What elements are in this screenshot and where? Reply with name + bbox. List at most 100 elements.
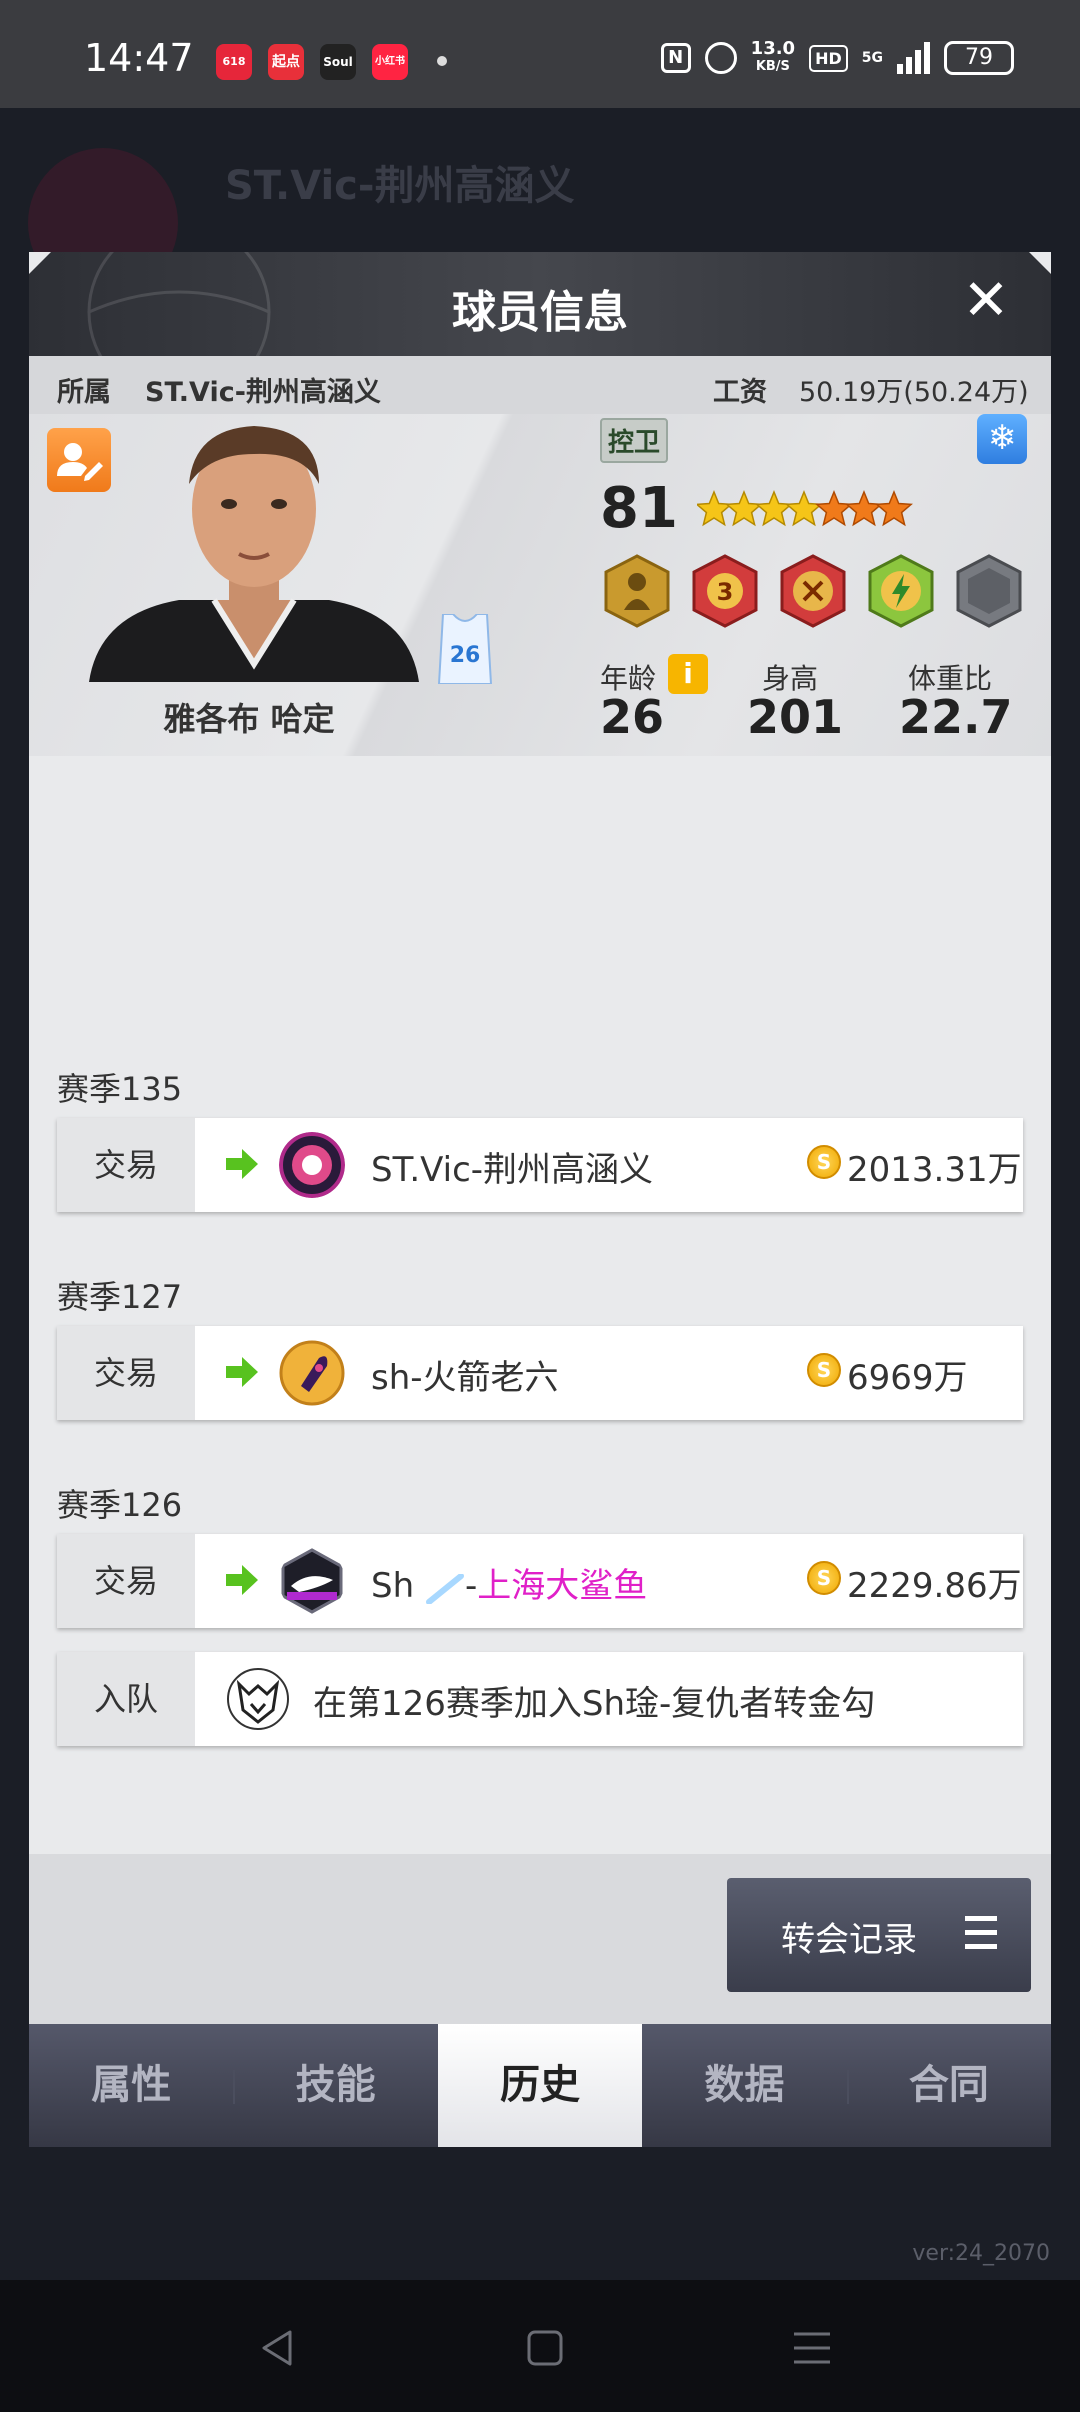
weight-ratio-value: 22.7 bbox=[899, 690, 1013, 744]
arrow-right-icon bbox=[226, 1565, 258, 1595]
history-type: 交易 bbox=[57, 1118, 195, 1212]
team-salary-bar: 所属 ST.Vic-荆州高涵义 工资 50.19万(50.24万) bbox=[29, 356, 1051, 414]
wolf-team-logo-icon bbox=[227, 1668, 289, 1730]
bust-badge-icon bbox=[780, 554, 846, 628]
star-rating bbox=[695, 482, 937, 542]
team-label: 所属 bbox=[57, 377, 111, 408]
comet-icon bbox=[425, 1572, 465, 1605]
history-row[interactable]: 交易 ST.Vic-荆州高涵义 S 2013.31万 bbox=[57, 1118, 1023, 1212]
tab-attributes[interactable]: 属性 bbox=[29, 2024, 233, 2147]
modal-title: 球员信息 bbox=[452, 287, 628, 338]
shark-team-logo-icon bbox=[281, 1548, 343, 1614]
bottom-action-area: 转会记录 bbox=[29, 1854, 1051, 2024]
history-team-prefix: Sh bbox=[371, 1566, 415, 1606]
salary-label: 工资 bbox=[713, 377, 767, 408]
svg-text:3: 3 bbox=[717, 578, 734, 606]
tab-skills[interactable]: 技能 bbox=[233, 2024, 437, 2147]
transfer-record-button[interactable]: 转会记录 bbox=[727, 1878, 1031, 1992]
info-icon[interactable]: i bbox=[668, 654, 708, 694]
transfer-record-label: 转会记录 bbox=[781, 1920, 917, 1960]
history-row[interactable]: 入队 在第126赛季加入Sh琻-复仇者转金勾 bbox=[57, 1652, 1023, 1746]
player-info-modal: 球员信息 ✕ 所属 ST.Vic-荆州高涵义 工资 50.19万(50.24万) bbox=[29, 252, 1051, 2147]
history-fee: 2013.31万 bbox=[847, 1150, 1022, 1190]
version-label: ver:24_2070 bbox=[912, 2241, 1050, 2266]
app-qidian-icon: 起点 bbox=[268, 44, 304, 80]
position-badge: 控卫 bbox=[600, 418, 669, 463]
player-rating: 81 bbox=[600, 476, 678, 541]
season-label: 赛季127 bbox=[57, 1278, 183, 1316]
star-icon bbox=[725, 490, 763, 527]
history-fee: 2229.86万 bbox=[847, 1566, 1022, 1606]
home-icon[interactable] bbox=[523, 2326, 567, 2370]
arrow-right-icon bbox=[226, 1357, 258, 1387]
network-type: 5G bbox=[861, 50, 883, 66]
recents-icon[interactable] bbox=[790, 2326, 834, 2370]
network-speed: 13.0 KB/S bbox=[751, 40, 795, 76]
history-row[interactable]: 交易 sh-火箭老六 S 6969万 bbox=[57, 1326, 1023, 1420]
jersey-number: 26 bbox=[450, 643, 481, 668]
empty-hex-badge-icon bbox=[956, 554, 1022, 628]
coin-icon: S bbox=[807, 1561, 841, 1595]
snowflake-button[interactable]: ❄ bbox=[977, 414, 1027, 464]
player-name: 雅各布 哈定 bbox=[163, 700, 335, 738]
team-logo-icon bbox=[279, 1132, 345, 1198]
history-row[interactable]: 交易 Sh -上海大鲨鱼 S 2229.86万 bbox=[57, 1534, 1023, 1628]
player-badge-icon bbox=[604, 554, 670, 628]
history-team: sh-火箭老六 bbox=[371, 1358, 559, 1398]
status-time: 14:47 bbox=[84, 36, 194, 80]
back-icon[interactable] bbox=[256, 2326, 300, 2370]
nfc-icon: N bbox=[660, 43, 691, 73]
close-button[interactable]: ✕ bbox=[959, 273, 1013, 330]
coin-icon: S bbox=[807, 1145, 841, 1179]
tab-contract[interactable]: 合同 bbox=[846, 2024, 1051, 2147]
history-join-text: 在第126赛季加入Sh琻-复仇者转金勾 bbox=[313, 1684, 876, 1724]
height-value: 201 bbox=[747, 690, 844, 744]
speed-unit: KB/S bbox=[755, 59, 790, 74]
history-team: ST.Vic-荆州高涵义 bbox=[371, 1150, 654, 1190]
star-icon bbox=[845, 490, 883, 527]
background-title: ST.Vic-荆州高涵义 bbox=[225, 163, 575, 209]
badge-row: 3 bbox=[600, 554, 1026, 628]
history-team-suffix: 上海大鲨鱼 bbox=[477, 1566, 648, 1606]
tab-data[interactable]: 数据 bbox=[642, 2024, 846, 2147]
hd-icon: HD bbox=[809, 44, 848, 72]
modal-header: 球员信息 ✕ bbox=[29, 252, 1051, 356]
status-bar: 14:47 618 起点 Soul 小红书 N 13.0 KB/S HD 5G … bbox=[0, 0, 1080, 108]
app-xiaohongshu-icon: 小红书 bbox=[372, 44, 408, 80]
notification-dot-icon bbox=[437, 56, 447, 66]
star-icon bbox=[815, 490, 853, 527]
season-label: 赛季135 bbox=[57, 1070, 183, 1108]
arrow-right-icon bbox=[226, 1149, 258, 1179]
menu-icon bbox=[965, 1916, 997, 1950]
player-panel: 26 雅各布 哈定 控卫 ❄ 81 3 年龄 i 身高 体重比 26 201 2… bbox=[29, 414, 1051, 756]
age-value: 26 bbox=[600, 690, 665, 744]
history-type: 交易 bbox=[57, 1534, 195, 1628]
team-name: ST.Vic-荆州高涵义 bbox=[145, 377, 381, 408]
history-type: 入队 bbox=[57, 1652, 195, 1746]
coin-icon: S bbox=[807, 1353, 841, 1387]
history-team: Sh -上海大鲨鱼 bbox=[371, 1566, 648, 1606]
history-fee: 6969万 bbox=[847, 1358, 968, 1398]
signal-icon bbox=[897, 42, 930, 74]
star-icon bbox=[785, 490, 823, 527]
rocket-team-logo-icon bbox=[279, 1340, 345, 1406]
tab-history[interactable]: 历史 bbox=[437, 2024, 643, 2147]
tab-bar: 属性 技能 历史 数据 合同 bbox=[29, 2024, 1051, 2147]
speed-value: 13.0 bbox=[750, 38, 796, 59]
season-label: 赛季126 bbox=[57, 1486, 183, 1524]
history-type: 交易 bbox=[57, 1326, 195, 1420]
lightning-badge-icon bbox=[868, 554, 934, 628]
player-avatar bbox=[69, 414, 439, 682]
alarm-icon bbox=[704, 42, 737, 74]
star-icon bbox=[695, 490, 733, 527]
jersey-icon: 26 bbox=[435, 613, 495, 685]
star-icon bbox=[755, 490, 793, 527]
salary-value: 50.19万(50.24万) bbox=[799, 377, 1029, 408]
status-icons: N 13.0 KB/S HD 5G 79 bbox=[660, 40, 1014, 76]
star-icon bbox=[875, 490, 913, 527]
app-618-icon: 618 bbox=[216, 44, 252, 80]
level-3-badge-icon: 3 bbox=[692, 554, 758, 628]
navigation-bar bbox=[0, 2280, 1080, 2412]
battery-icon: 79 bbox=[944, 41, 1014, 75]
app-soul-icon: Soul bbox=[320, 44, 356, 80]
